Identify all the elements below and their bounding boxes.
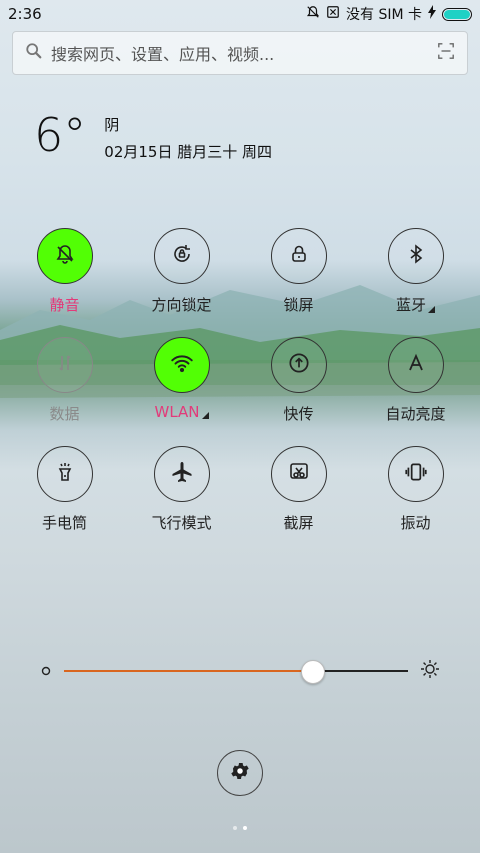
toggle-lock-screen-button[interactable]: [270, 228, 327, 284]
toggle-auto-brightness-label: 自动亮度: [385, 403, 445, 424]
scan-icon[interactable]: [437, 42, 455, 64]
toggle-quick-transfer[interactable]: 快传: [240, 337, 357, 424]
toggle-auto-brightness[interactable]: 自动亮度: [357, 337, 474, 424]
toggle-vibrate-label: 振动: [400, 512, 430, 533]
toggle-label-text: 飞行模式: [151, 514, 212, 532]
transfer-icon: [286, 350, 312, 380]
toggle-airplane-mode-label: 飞行模式: [151, 512, 211, 533]
page-indicator: [0, 826, 480, 830]
toggle-screenshot-button[interactable]: [270, 446, 327, 502]
toggle-label-text: 方向锁定: [151, 296, 212, 314]
status-bar: 2:36 没有 SIM 卡: [0, 0, 480, 28]
toggle-bluetooth[interactable]: 蓝牙: [357, 228, 474, 315]
vibrate-icon: [403, 459, 429, 489]
weather-condition: 阴: [104, 116, 120, 134]
auto-brightness-icon: [404, 351, 428, 379]
bell-off-icon: [306, 5, 320, 23]
date-label: 02月15日 腊月三十 周四: [104, 143, 272, 161]
toggle-label-text: 自动亮度: [385, 405, 446, 423]
toggle-quick-transfer-button[interactable]: [270, 337, 327, 393]
brightness-low-icon: [40, 662, 52, 681]
toggle-vibrate[interactable]: 振动: [357, 446, 474, 533]
toggle-label-text: 数据: [49, 405, 80, 423]
toggle-data-button[interactable]: [36, 337, 93, 393]
toggle-bluetooth-button[interactable]: [387, 228, 444, 284]
weather-widget[interactable]: 6° 阴 02月15日 腊月三十 周四: [34, 110, 272, 162]
toggle-screenshot-label: 截屏: [283, 512, 313, 533]
airplane-icon: [170, 460, 194, 488]
battery-icon: [442, 7, 472, 21]
toggle-lock-screen-label: 锁屏: [283, 294, 313, 315]
page-dot-active: [243, 826, 247, 830]
brightness-high-icon: [420, 659, 440, 683]
search-icon: [25, 42, 43, 64]
toggle-data[interactable]: 数据: [6, 337, 123, 424]
toggle-vibrate-button[interactable]: [387, 446, 444, 502]
toggle-label-text: 截屏: [283, 514, 314, 532]
toggle-rotation-lock-label: 方向锁定: [151, 294, 211, 315]
brightness-slider[interactable]: [40, 658, 440, 684]
brightness-track[interactable]: [64, 658, 408, 684]
toggle-flashlight-label: 手电筒: [42, 512, 87, 533]
toggle-data-label: 数据: [49, 403, 79, 424]
rotation-lock-icon: [170, 242, 194, 270]
toggle-quick-transfer-label: 快传: [283, 403, 313, 424]
screenshot-icon: [287, 460, 311, 488]
battery-level: [444, 9, 470, 19]
toggle-lock-screen[interactable]: 锁屏: [240, 228, 357, 315]
settings-button[interactable]: [217, 750, 263, 796]
toggle-rotation-lock[interactable]: 方向锁定: [123, 228, 240, 315]
charging-bolt-icon: [428, 5, 436, 23]
toggle-flashlight-button[interactable]: [36, 446, 93, 502]
toggle-wlan[interactable]: WLAN: [123, 337, 240, 424]
sim-x-icon: [326, 5, 340, 23]
data-arrows-icon: [53, 351, 77, 379]
toggle-screenshot[interactable]: 截屏: [240, 446, 357, 533]
toggle-label-text: WLAN: [154, 403, 200, 421]
quick-toggles-grid: 静音 方向锁定 锁屏 蓝牙 数据 WLAN 快传 自动亮度 手电筒 飞行模式 截…: [6, 228, 474, 533]
no-sim-label: 没有 SIM 卡: [346, 7, 422, 23]
toggle-wlan-label: WLAN: [154, 403, 209, 421]
brightness-thumb[interactable]: [300, 660, 325, 684]
gear-icon: [229, 760, 251, 786]
lock-icon: [287, 242, 311, 270]
expand-arrow-icon[interactable]: [428, 306, 435, 313]
bell-off-icon: [53, 242, 77, 270]
flashlight-icon: [53, 460, 77, 488]
toggle-label-text: 静音: [49, 296, 80, 314]
toggle-label-text: 手电筒: [41, 514, 87, 532]
toggle-airplane-mode[interactable]: 飞行模式: [123, 446, 240, 533]
toggle-mute-button[interactable]: [36, 228, 93, 284]
wifi-icon: [169, 350, 195, 380]
bluetooth-icon: [404, 242, 428, 270]
toggle-mute[interactable]: 静音: [6, 228, 123, 315]
toggle-rotation-lock-button[interactable]: [153, 228, 210, 284]
status-time: 2:36: [8, 5, 42, 23]
toggle-bluetooth-label: 蓝牙: [396, 294, 435, 315]
toggle-label-text: 锁屏: [283, 296, 314, 314]
toggle-flashlight[interactable]: 手电筒: [6, 446, 123, 533]
toggle-airplane-mode-button[interactable]: [153, 446, 210, 502]
expand-arrow-icon[interactable]: [201, 412, 209, 419]
search-bar[interactable]: 搜索网页、设置、应用、视频...: [12, 31, 468, 75]
toggle-mute-label: 静音: [49, 294, 79, 315]
temperature: 6°: [34, 108, 87, 162]
toggle-auto-brightness-button[interactable]: [387, 337, 444, 393]
brightness-track-fill: [64, 670, 312, 672]
toggle-label-text: 快传: [283, 405, 314, 423]
page-dot: [233, 826, 237, 830]
toggle-label-text: 振动: [400, 514, 431, 532]
search-input[interactable]: 搜索网页、设置、应用、视频...: [51, 41, 437, 65]
toggle-wlan-button[interactable]: [153, 337, 210, 393]
toggle-label-text: 蓝牙: [395, 296, 426, 314]
